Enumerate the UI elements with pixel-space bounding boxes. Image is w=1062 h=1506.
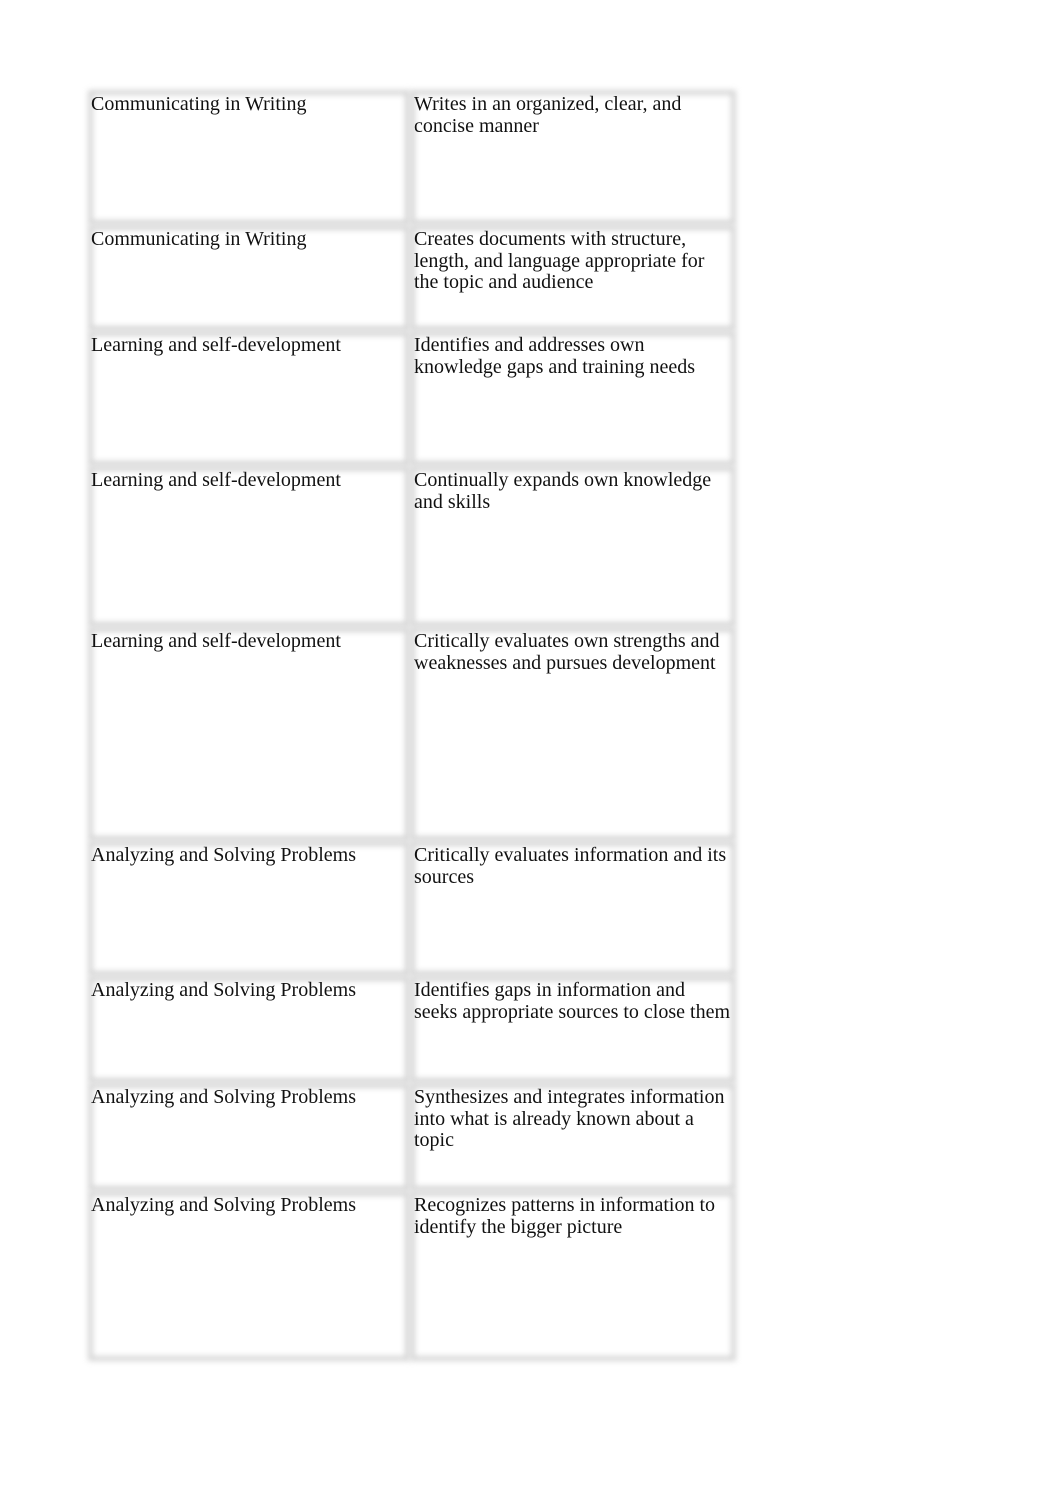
table-row: Analyzing and Solving Problems Identifie… xyxy=(88,976,736,1083)
table-row: Communicating in Writing Creates documen… xyxy=(88,225,736,331)
table-row: Communicating in Writing Writes in an or… xyxy=(88,90,736,225)
behavior-cell: Writes in an organized, clear, and conci… xyxy=(410,90,736,225)
table-row: Analyzing and Solving Problems Criticall… xyxy=(88,841,736,976)
table-row: Learning and self-development Continuall… xyxy=(88,466,736,627)
behavior-cell: Synthesizes and integrates information i… xyxy=(410,1083,736,1191)
table-row: Learning and self-development Critically… xyxy=(88,627,736,841)
behavior-cell: Recognizes patterns in information to id… xyxy=(410,1191,736,1361)
competency-cell: Communicating in Writing xyxy=(88,90,410,225)
competency-cell: Communicating in Writing xyxy=(88,225,410,331)
table-row: Analyzing and Solving Problems Recognize… xyxy=(88,1191,736,1361)
behavior-cell: Identifies gaps in information and seeks… xyxy=(410,976,736,1083)
competency-cell: Analyzing and Solving Problems xyxy=(88,1191,410,1361)
competency-table: Communicating in Writing Writes in an or… xyxy=(88,90,736,1361)
competency-cell: Learning and self-development xyxy=(88,466,410,627)
competency-cell: Learning and self-development xyxy=(88,331,410,466)
behavior-cell: Continually expands own knowledge and sk… xyxy=(410,466,736,627)
competency-cell: Learning and self-development xyxy=(88,627,410,841)
behavior-cell: Creates documents with structure, length… xyxy=(410,225,736,331)
competency-cell: Analyzing and Solving Problems xyxy=(88,841,410,976)
behavior-cell: Identifies and addresses own knowledge g… xyxy=(410,331,736,466)
competency-cell: Analyzing and Solving Problems xyxy=(88,1083,410,1191)
behavior-cell: Critically evaluates information and its… xyxy=(410,841,736,976)
competency-cell: Analyzing and Solving Problems xyxy=(88,976,410,1083)
behavior-cell: Critically evaluates own strengths and w… xyxy=(410,627,736,841)
table-row: Analyzing and Solving Problems Synthesiz… xyxy=(88,1083,736,1191)
table-row: Learning and self-development Identifies… xyxy=(88,331,736,466)
